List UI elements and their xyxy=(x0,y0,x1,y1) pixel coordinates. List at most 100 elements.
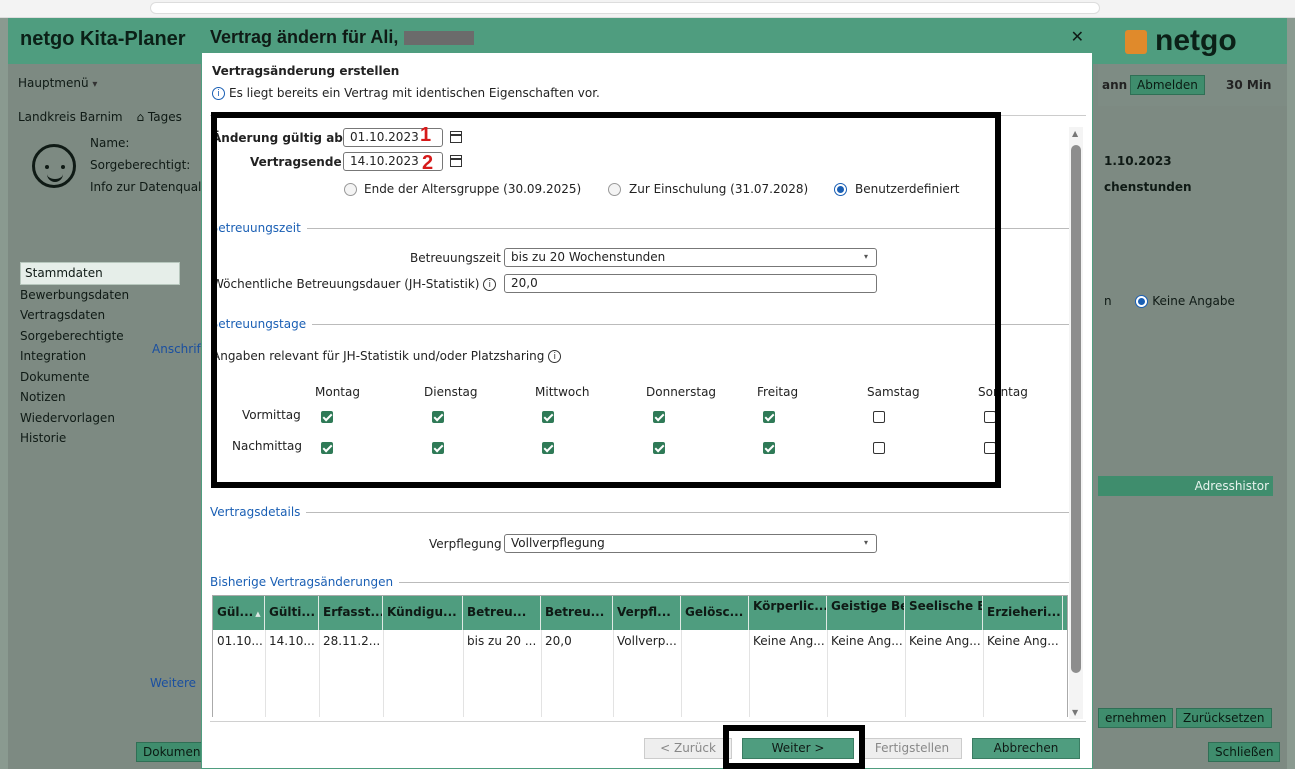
checkbox-afternoon-6[interactable] xyxy=(984,442,996,454)
back-button[interactable]: < Zurück xyxy=(644,738,732,759)
nav-item-notizen[interactable]: Notizen xyxy=(20,387,180,408)
breadcrumb-district: Landkreis Barnim xyxy=(18,110,123,124)
close-icon[interactable]: ✕ xyxy=(1071,27,1084,46)
nav-item-historie[interactable]: Historie xyxy=(20,428,180,449)
table-cell[interactable]: bis zu 20 ... xyxy=(463,632,541,650)
address-link[interactable]: Anschrif xyxy=(152,342,201,356)
calendar-icon[interactable] xyxy=(450,131,462,143)
dialog-scrollbar[interactable]: ▲ ▼ xyxy=(1069,127,1083,719)
close-app-button[interactable]: Schließen xyxy=(1208,742,1281,762)
chevron-down-icon: ▾ xyxy=(92,79,98,90)
checkbox-morning-4[interactable] xyxy=(763,411,775,423)
checkbox-afternoon-1[interactable] xyxy=(432,442,444,454)
checkbox-afternoon-3[interactable] xyxy=(653,442,665,454)
contract-end-label: Vertragsende xyxy=(250,155,342,169)
checkbox-afternoon-4[interactable] xyxy=(763,442,775,454)
column-divider xyxy=(681,630,682,717)
checkbox-afternoon-5[interactable] xyxy=(873,442,885,454)
next-button[interactable]: Weiter > xyxy=(742,738,854,759)
data-quality-label: Info zur Datenqual xyxy=(90,180,202,194)
column-divider xyxy=(613,630,614,717)
table-header-cell[interactable]: Betreu... xyxy=(541,596,613,630)
info-icon[interactable]: i xyxy=(483,278,497,291)
table-header-cell[interactable]: Verpfl... xyxy=(613,596,681,630)
checkbox-afternoon-2[interactable] xyxy=(542,442,554,454)
table-cell[interactable]: Vollverp... xyxy=(613,632,681,650)
row-afternoon-label: Nachmittag xyxy=(232,439,302,453)
table-cell[interactable]: 14.10... xyxy=(265,632,319,650)
table-cell[interactable]: Keine Ang... xyxy=(749,632,827,650)
scrollbar-thumb[interactable] xyxy=(1071,145,1081,673)
scroll-down-icon[interactable]: ▼ xyxy=(1072,708,1078,717)
checkbox-morning-3[interactable] xyxy=(653,411,665,423)
browser-url-bar[interactable] xyxy=(150,2,1100,14)
care-time-select[interactable]: bis zu 20 Wochenstunden ▾ xyxy=(504,248,877,267)
scroll-up-icon[interactable]: ▲ xyxy=(1072,129,1078,138)
guardian-label: Sorgeberechtigt: xyxy=(90,158,191,172)
table-cell[interactable] xyxy=(383,632,463,636)
column-divider xyxy=(983,630,984,717)
footer-divider xyxy=(210,721,1086,722)
section-contract-details: Vertragsdetails xyxy=(210,505,1076,519)
nav-item-stammdaten[interactable]: Stammdaten xyxy=(20,262,180,285)
section-history: Bisherige Vertragsänderungen xyxy=(210,575,1076,589)
child-name: Ali, xyxy=(370,27,399,47)
child-avatar-icon xyxy=(32,144,76,188)
table-cell[interactable] xyxy=(681,632,749,636)
more-link[interactable]: Weitere xyxy=(150,676,196,690)
table-header-cell[interactable]: Körperlic... Behinder... xyxy=(749,596,827,630)
checkbox-morning-5[interactable] xyxy=(873,411,885,423)
section-care-days: Betreuungstage xyxy=(210,317,1076,331)
end-age-group-radio[interactable] xyxy=(344,183,357,196)
table-cell[interactable]: 28.11.2... xyxy=(319,632,383,650)
table-header-cell[interactable]: Gül... ▲ xyxy=(213,596,265,630)
days-note-text: Angaben relevant für JH-Statistik und/od… xyxy=(212,349,545,363)
keine-angabe-radio[interactable] xyxy=(1135,295,1149,308)
nav-item-wiedervorlagen[interactable]: Wiedervorlagen xyxy=(20,408,180,429)
table-header-cell[interactable]: Betreu... xyxy=(463,596,541,630)
nav-item-dokumente[interactable]: Dokumente xyxy=(20,367,180,388)
table-cell[interactable]: Keine Ang... xyxy=(827,632,905,650)
day-sunday: Sonntag xyxy=(978,385,1028,399)
nav-item-bewerbungsdaten[interactable]: Bewerbungsdaten xyxy=(20,285,180,306)
logout-button[interactable]: Abmelden xyxy=(1130,75,1205,95)
meal-select[interactable]: Vollverpflegung ▾ xyxy=(504,534,877,553)
duplicate-info: i Es liegt bereits ein Vertrag mit identi… xyxy=(212,86,600,100)
section-rule xyxy=(210,324,1076,325)
table-header-cell[interactable]: Geistige Behinder... xyxy=(827,596,905,630)
finish-button[interactable]: Fertigstellen xyxy=(862,738,962,759)
reset-button[interactable]: Zurücksetzen xyxy=(1176,708,1272,728)
checkbox-morning-6[interactable] xyxy=(984,411,996,423)
weekly-duration-input[interactable]: 20,0 xyxy=(504,274,877,293)
nav-item-vertragsdaten[interactable]: Vertragsdaten xyxy=(20,305,180,326)
chevron-down-icon: ▾ xyxy=(863,252,868,261)
breadcrumb[interactable]: Landkreis Barnim ⌂ Tages xyxy=(18,110,182,124)
table-cell[interactable]: Keine Ang... xyxy=(983,632,1063,650)
checkbox-morning-2[interactable] xyxy=(542,411,554,423)
table-cell[interactable]: 01.10... xyxy=(213,632,265,650)
info-icon: i xyxy=(212,87,225,100)
dialog-content: Änderung gültig ab 01.10.2023 1 Vertrags… xyxy=(210,121,1076,717)
main-menu[interactable]: Hauptmenü ▾ xyxy=(18,76,97,90)
table-cell[interactable]: 20,0 xyxy=(541,632,613,650)
checkbox-morning-1[interactable] xyxy=(432,411,444,423)
checkbox-afternoon-0[interactable] xyxy=(321,442,333,454)
table-header-cell[interactable]: Kündigu... xyxy=(383,596,463,630)
calendar-icon[interactable] xyxy=(450,155,462,167)
table-cell[interactable]: Keine Ang... xyxy=(905,632,983,650)
documents-button[interactable]: Dokumen xyxy=(136,742,208,762)
checkbox-morning-0[interactable] xyxy=(321,411,333,423)
custom-radio[interactable] xyxy=(834,183,847,196)
table-header-cell[interactable]: Seelische Behinder... xyxy=(905,596,983,630)
cancel-button[interactable]: Abbrechen xyxy=(972,738,1080,759)
keine-angabe-option[interactable]: n Keine Angabe xyxy=(1104,294,1235,308)
table-header-cell[interactable]: Gelösc... xyxy=(681,596,749,630)
dialog-subtitle: Vertragsänderung erstellen xyxy=(212,64,400,78)
school-entry-radio[interactable] xyxy=(608,183,621,196)
take-over-button[interactable]: ernehmen xyxy=(1098,708,1174,728)
table-header-cell[interactable]: Gülti... xyxy=(265,596,319,630)
table-header-cell[interactable]: Erzieheri... xyxy=(983,596,1063,630)
info-icon[interactable]: i xyxy=(548,350,562,363)
table-header-cell[interactable]: Erfasst... xyxy=(319,596,383,630)
name-label: Name: xyxy=(90,136,130,150)
